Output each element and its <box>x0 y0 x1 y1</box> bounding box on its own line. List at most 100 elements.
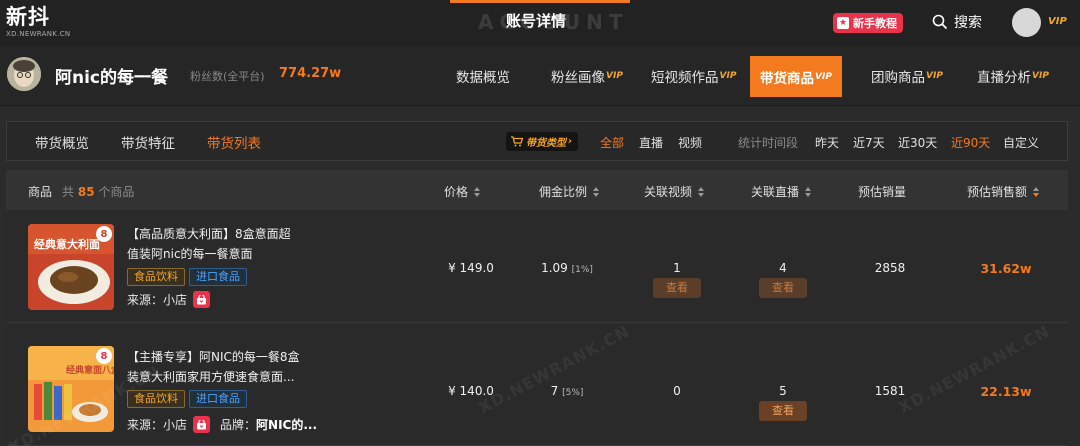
videos-cell: 0 <box>673 384 681 398</box>
period-label: 统计时间段 <box>738 136 799 150</box>
header-lives[interactable]: 关联直播 <box>751 183 812 200</box>
period-custom[interactable]: 自定义 <box>1003 134 1039 151</box>
shop-icon[interactable] <box>193 291 211 308</box>
title-accent-line <box>450 0 630 3</box>
header-product: 商品 共 85 个商品 <box>28 183 134 200</box>
product-title[interactable]: 【高品质意大利面】8盒意面超 值装阿nic的每一餐意面 <box>127 224 313 264</box>
nav-tab-fans[interactable]: 粉丝画像 VIP <box>551 46 623 106</box>
thumb-text: 经典意面八盒装 <box>66 364 114 376</box>
sort-icon <box>698 186 705 197</box>
view-lives-button[interactable]: 查看 <box>759 278 807 298</box>
period-30d[interactable]: 近30天 <box>898 134 937 151</box>
type-filter-all[interactable]: 全部 <box>600 134 624 151</box>
product-source: 来源： 小店 <box>127 291 211 308</box>
brand-value[interactable]: 阿NIC的... <box>256 416 317 433</box>
account-avatar <box>7 57 41 91</box>
commission-cell: 1.09 [1%] <box>517 261 617 275</box>
table-header: 商品 共 85 个商品 价格 佣金比例 关联视频 关联直播 预估销量 预估销售额 <box>6 170 1068 210</box>
nav-tab-label: 直播分析 <box>977 70 1031 86</box>
header-videos-label: 关联视频 <box>644 185 693 199</box>
header-sales: 预估销量 <box>858 183 906 200</box>
subtab-features[interactable]: 带货特征 <box>121 132 175 152</box>
product-tags: 食品饮料 进口食品 <box>127 268 251 286</box>
logo-subtext: XD.NEWRANK.CN <box>6 30 71 38</box>
thumb-text: 经典意大利面 <box>34 237 100 251</box>
subtab-overview[interactable]: 带货概览 <box>35 132 89 152</box>
cart-icon <box>511 136 523 147</box>
period-7d[interactable]: 近7天 <box>853 134 885 151</box>
source-value: 小店 <box>163 293 188 307</box>
source-label: 来源： <box>127 293 164 307</box>
nav-tab-videos[interactable]: 短视频作品 VIP <box>651 46 736 106</box>
account-name: 阿nic的每一餐 <box>55 68 169 88</box>
product-count: 共 85 个商品 <box>62 183 134 200</box>
product-thumbnail[interactable]: 8 经典意大利面 <box>28 224 114 310</box>
lives-cell: 4 <box>779 261 787 275</box>
shop-icon[interactable] <box>193 416 211 433</box>
type-filter-label: 带货类型 <box>526 138 566 149</box>
vip-mark: VIP <box>1032 71 1049 81</box>
product-title-line: 值装阿nic的每一餐意面 <box>127 247 253 261</box>
search-icon <box>932 14 948 30</box>
nav-tab-live[interactable]: 直播分析 VIP <box>977 46 1049 106</box>
product-source: 来源： 小店 品牌： 阿NIC的... <box>127 416 317 433</box>
header-product-label: 商品 <box>28 185 53 199</box>
sub-tab-bar: 带货概览 带货特征 带货列表 带货类型 › 全部 直播 视频 统计时间段 昨天 … <box>6 121 1068 161</box>
count-prefix: 共 <box>62 185 75 199</box>
type-filter-badge: 带货类型 › <box>506 132 579 151</box>
sort-icon <box>1033 186 1040 197</box>
subtab-list[interactable]: 带货列表 <box>207 132 261 152</box>
nav-tab-label: 数据概览 <box>456 70 510 86</box>
logo[interactable]: 新抖 XD.NEWRANK.CN <box>6 4 70 39</box>
nav-tab-label: 粉丝画像 <box>551 70 605 86</box>
tutorial-label: 新手教程 <box>853 17 897 30</box>
page-title: 账号详情 <box>505 12 566 30</box>
lives-cell: 5 <box>779 384 787 398</box>
nav-tab-label: 带货商品 <box>760 70 814 87</box>
svg-text:8: 8 <box>101 229 108 240</box>
header-amount[interactable]: 预估销售额 <box>967 183 1040 200</box>
sales-cell: 2858 <box>874 261 906 275</box>
product-title-line: 【高品质意大利面】8盒意面超 <box>127 227 291 241</box>
nav-tab-overview[interactable]: 数据概览 <box>456 46 510 106</box>
fans-value: 774.27w <box>279 66 342 81</box>
category-tag: 食品饮料 <box>127 268 185 286</box>
logo-text: 新抖 <box>6 5 50 29</box>
vip-mark: VIP <box>926 71 943 81</box>
account-avatar-image <box>7 57 41 91</box>
fans-label: 粉丝数(全平台) <box>190 70 265 83</box>
product-tags: 食品饮料 进口食品 <box>127 390 251 408</box>
account-bar: 阿nic的每一餐 粉丝数(全平台) 774.27w 数据概览 粉丝画像 VIP 短… <box>0 46 1080 106</box>
header-videos[interactable]: 关联视频 <box>644 183 705 200</box>
period-90d[interactable]: 近90天 <box>951 134 990 151</box>
period-yesterday[interactable]: 昨天 <box>815 134 839 151</box>
nav-tab-group-buy[interactable]: 团购商品 VIP <box>871 46 943 106</box>
commission-rate: [1%] <box>571 265 593 275</box>
header-amount-label: 预估销售额 <box>967 185 1028 199</box>
sort-icon <box>805 186 812 197</box>
table-row: 8 经典意大利面 【高品质意大利面】8盒意面超 值装阿nic的每一餐意面 食品饮… <box>6 211 1068 323</box>
amount-cell: 22.13w <box>980 384 1032 399</box>
source-label: 来源： <box>127 418 164 432</box>
count-value: 85 <box>77 185 95 199</box>
search-button[interactable]: 搜索 <box>932 12 982 32</box>
tutorial-button[interactable]: ★ 新手教程 <box>833 13 903 33</box>
source-value: 小店 <box>163 418 188 432</box>
type-filter-video[interactable]: 视频 <box>678 134 702 151</box>
header-commission[interactable]: 佣金比例 <box>539 183 600 200</box>
nav-tab-products[interactable]: 带货商品 VIP <box>750 56 842 97</box>
header-sales-label: 预估销量 <box>858 185 907 199</box>
caret-right-icon: › <box>568 136 573 147</box>
view-videos-button[interactable]: 查看 <box>653 278 701 298</box>
header-price[interactable]: 价格 <box>444 183 481 200</box>
sort-icon <box>593 186 600 197</box>
view-lives-button[interactable]: 查看 <box>759 401 807 421</box>
type-filter-live[interactable]: 直播 <box>639 134 663 151</box>
sort-icon <box>474 186 481 197</box>
user-avatar[interactable] <box>1012 8 1041 37</box>
vip-badge[interactable]: VIP <box>1048 16 1067 27</box>
commission-rate: [5%] <box>562 388 584 398</box>
videos-cell: 1 <box>673 261 681 275</box>
header-lives-label: 关联直播 <box>751 185 800 199</box>
commission-value: 7 <box>550 384 559 398</box>
